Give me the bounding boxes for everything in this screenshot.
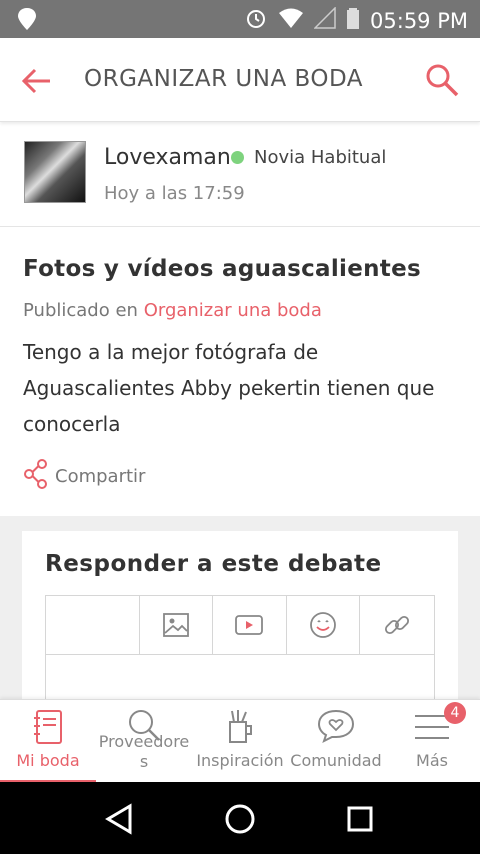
link-icon <box>385 615 410 635</box>
home-circle-icon[interactable] <box>223 802 257 836</box>
author-row: Lovexaman Novia Habitual Hoy a las 17:59 <box>0 123 480 227</box>
image-icon <box>162 613 189 637</box>
insert-image-button[interactable] <box>140 596 214 654</box>
avatar[interactable] <box>24 141 86 203</box>
location-pin-icon <box>16 7 38 36</box>
nav-label: Mi boda <box>16 751 80 770</box>
share-button[interactable]: Compartir <box>23 458 146 495</box>
post-meta: Publicado en Organizar una boda <box>23 300 322 321</box>
editor-toolbar-spacer <box>46 596 140 654</box>
nav-mi-boda[interactable]: Mi boda <box>0 700 96 783</box>
bottom-nav: Mi boda Proveedore s Inspiración Comunid… <box>0 699 480 783</box>
nav-label: Más <box>416 751 448 770</box>
post-category-link[interactable]: Organizar una boda <box>144 300 322 321</box>
recents-square-icon[interactable] <box>343 802 377 836</box>
nav-proveedores[interactable]: Proveedore s <box>96 700 192 783</box>
nav-inspiracion[interactable]: Inspiración <box>192 700 288 783</box>
inspiration-icon <box>224 708 256 750</box>
signal-icon <box>313 6 336 34</box>
reply-section: Responder a este debate <box>0 516 480 706</box>
alarm-icon <box>244 6 268 35</box>
online-status-dot <box>231 151 244 164</box>
post: Fotos y vídeos aguascalientes Publicado … <box>0 228 480 516</box>
reply-card: Responder a este debate <box>22 531 458 706</box>
author-role: Novia Habitual <box>254 147 387 168</box>
page-title: ORGANIZAR UNA BODA <box>84 66 364 92</box>
back-arrow-icon[interactable] <box>20 64 54 98</box>
post-meta-prefix: Publicado en <box>23 300 138 321</box>
insert-video-button[interactable] <box>213 596 287 654</box>
system-nav-bar <box>0 782 480 854</box>
community-icon <box>316 708 356 748</box>
author-name[interactable]: Lovexaman <box>104 145 231 170</box>
nav-label: Inspiración <box>196 751 284 770</box>
emoji-icon <box>310 612 336 638</box>
reply-title: Responder a este debate <box>45 551 382 577</box>
editor-toolbar <box>45 595 435 655</box>
app-bar: ORGANIZAR UNA BODA <box>0 38 480 122</box>
back-triangle-icon[interactable] <box>102 802 136 836</box>
search-icon[interactable] <box>424 62 460 98</box>
status-bar: 05:59 PM <box>0 0 480 38</box>
share-label: Compartir <box>55 465 146 487</box>
insert-link-button[interactable] <box>360 596 434 654</box>
post-timestamp: Hoy a las 17:59 <box>104 183 245 204</box>
post-body: Tengo a la mejor fotógrafa de Aguascalie… <box>23 340 435 436</box>
video-icon <box>235 615 264 635</box>
battery-icon <box>346 6 360 35</box>
notification-badge: 4 <box>444 702 466 724</box>
nav-label: Comunidad <box>290 751 382 770</box>
notebook-icon <box>31 708 65 750</box>
wifi-icon <box>278 7 304 34</box>
post-title: Fotos y vídeos aguascalientes <box>23 256 421 282</box>
insert-emoji-button[interactable] <box>287 596 361 654</box>
nav-mas[interactable]: 4 Más <box>384 700 480 783</box>
nav-label: Proveedore s <box>98 732 190 771</box>
share-icon <box>23 458 49 495</box>
nav-comunidad[interactable]: Comunidad <box>288 700 384 783</box>
status-time: 05:59 PM <box>370 8 468 33</box>
